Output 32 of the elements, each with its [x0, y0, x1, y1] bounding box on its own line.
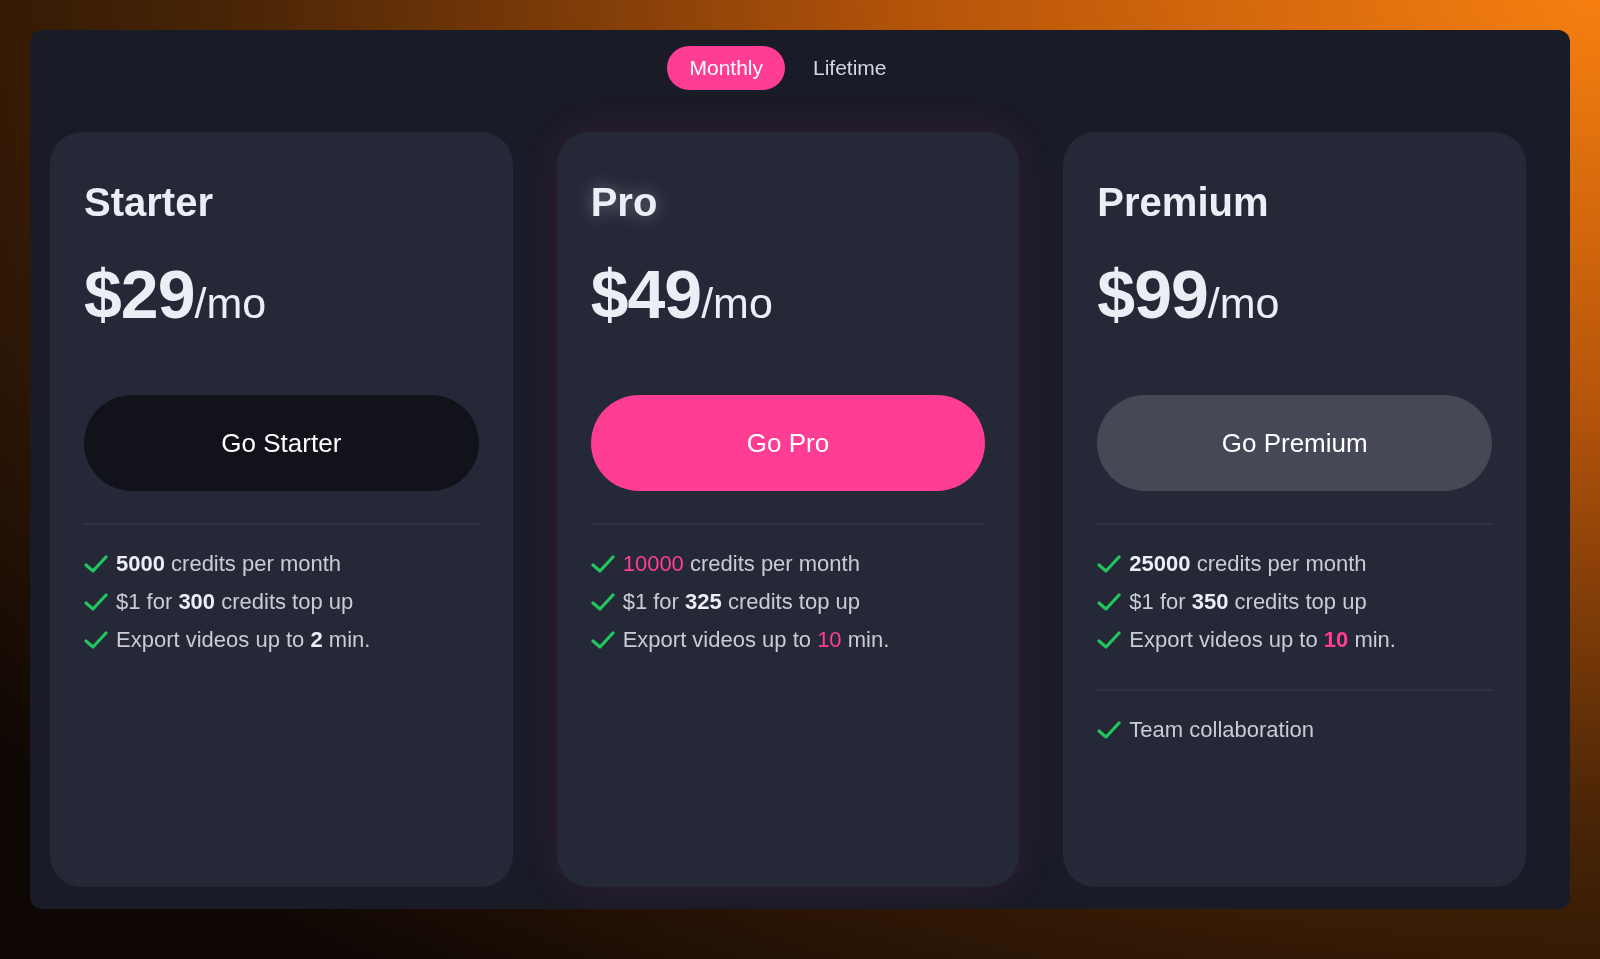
plan-price: $29 [84, 255, 195, 333]
check-icon [590, 554, 615, 574]
feature-text: Export videos up to 10 min. [1129, 627, 1396, 653]
plan-button[interactable]: Go Starter [84, 395, 479, 491]
plan-price: $99 [1097, 255, 1208, 333]
check-icon [84, 592, 108, 612]
feature-text: 25000 credits per month [1129, 551, 1367, 577]
price-period: /mo [194, 279, 267, 328]
check-icon [1097, 592, 1122, 612]
price-period: /mo [701, 279, 773, 328]
feature-text: Export videos up to 10 min. [622, 627, 890, 653]
feature-text: $1 for 325 credits top up [622, 589, 860, 615]
plan-name: Starter [84, 180, 214, 225]
check-icon [84, 554, 108, 574]
billing-tab[interactable]: Lifetime [791, 46, 909, 90]
check-icon [1097, 554, 1122, 574]
plan-price: $49 [590, 255, 702, 333]
feature-text: $1 for 350 credits top up [1129, 589, 1367, 615]
feature-text: 10000 credits per month [622, 551, 860, 577]
check-icon [590, 630, 615, 650]
check-icon [84, 630, 108, 650]
check-icon [1097, 630, 1122, 650]
feature-text: 5000 credits per month [116, 551, 342, 577]
check-icon [1097, 720, 1122, 740]
check-icon [590, 592, 615, 612]
feature-text: Export videos up to 2 min. [116, 627, 371, 653]
plan-button[interactable]: Go Premium [1097, 395, 1492, 491]
plan-name: Pro [590, 180, 659, 225]
price-period: /mo [1207, 279, 1280, 328]
feature-text: Team collaboration [1129, 717, 1314, 743]
feature-text: $1 for 300 credits top up [116, 589, 354, 615]
plan-name: Premium [1097, 180, 1270, 225]
